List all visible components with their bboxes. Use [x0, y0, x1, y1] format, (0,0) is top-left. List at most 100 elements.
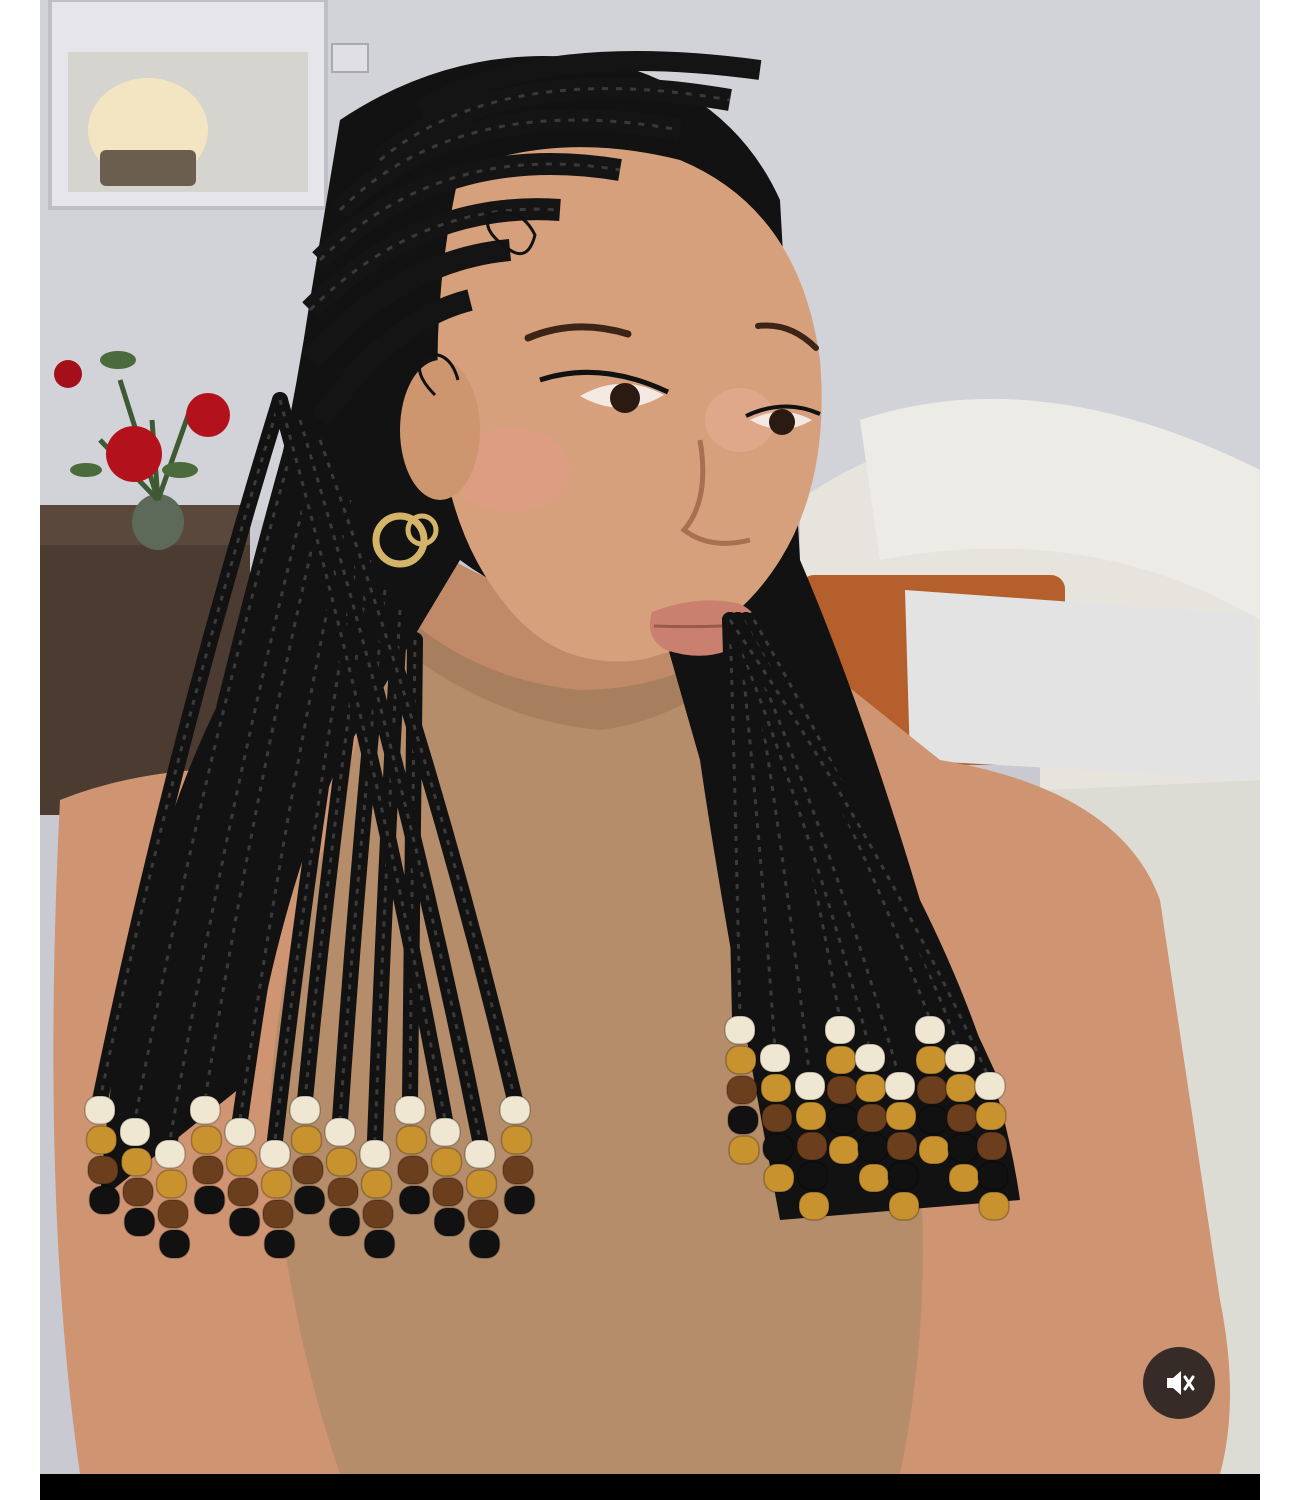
bead: [88, 1185, 121, 1215]
bead: [84, 1095, 116, 1125]
bead: [328, 1207, 361, 1237]
bead: [363, 1229, 396, 1259]
bead: [977, 1161, 1009, 1191]
bead: [157, 1199, 189, 1229]
bead: [228, 1207, 261, 1237]
bead: [290, 1125, 323, 1155]
bead: [260, 1169, 293, 1199]
mute-button[interactable]: [1143, 1347, 1215, 1419]
rose: [106, 426, 162, 482]
bead: [430, 1147, 463, 1177]
speaker-muted-icon: [1167, 1371, 1195, 1395]
bead: [828, 1135, 860, 1165]
bead: [189, 1095, 221, 1125]
bead: [397, 1155, 429, 1185]
bead: [500, 1125, 533, 1155]
bead: [824, 1015, 856, 1045]
bead: [724, 1015, 756, 1045]
bead: [190, 1125, 223, 1155]
bead: [884, 1071, 916, 1101]
bead: [947, 1133, 979, 1163]
bead: [826, 1075, 858, 1105]
bead: [394, 1095, 426, 1125]
ear: [400, 360, 480, 500]
bead: [158, 1229, 191, 1259]
bead: [794, 1071, 826, 1101]
bead: [262, 1199, 294, 1229]
bead: [432, 1177, 464, 1207]
bead: [948, 1163, 980, 1193]
bead: [465, 1169, 498, 1199]
bead: [795, 1101, 827, 1131]
bead: [946, 1103, 978, 1133]
bead: [760, 1073, 792, 1103]
photo: [40, 0, 1260, 1474]
bead: [857, 1133, 889, 1163]
bead: [85, 1125, 118, 1155]
bead: [293, 1185, 326, 1215]
bead: [888, 1191, 920, 1221]
bead: [945, 1073, 977, 1103]
bead: [727, 1105, 759, 1135]
bead: [918, 1135, 950, 1165]
bead: [944, 1043, 976, 1073]
bead: [225, 1147, 258, 1177]
bead: [976, 1131, 1008, 1161]
bead: [915, 1045, 947, 1075]
bead: [725, 1045, 757, 1075]
bead: [728, 1135, 760, 1165]
bead: [855, 1073, 887, 1103]
bead: [123, 1207, 156, 1237]
bead: [726, 1075, 758, 1105]
bead: [914, 1015, 946, 1045]
lamp-base: [100, 150, 196, 186]
bead: [798, 1191, 830, 1221]
bead: [324, 1117, 356, 1147]
bead: [885, 1101, 917, 1131]
rose: [54, 360, 82, 388]
bead: [763, 1163, 795, 1193]
wall-shelf: [48, 0, 369, 210]
bead: [827, 1105, 859, 1135]
bead: [192, 1155, 224, 1185]
bead: [825, 1045, 857, 1075]
bead: [292, 1155, 324, 1185]
bead: [468, 1229, 501, 1259]
bead: [974, 1071, 1006, 1101]
photo-scene: [40, 0, 1260, 1474]
bead: [155, 1169, 188, 1199]
bead: [854, 1043, 886, 1073]
bead: [916, 1075, 948, 1105]
bead: [263, 1229, 296, 1259]
rose: [186, 393, 230, 437]
bead: [759, 1043, 791, 1073]
bead: [467, 1199, 499, 1229]
bead: [289, 1095, 321, 1125]
bead: [761, 1103, 793, 1133]
bead: [917, 1105, 949, 1135]
bead: [325, 1147, 358, 1177]
bead: [119, 1117, 151, 1147]
bead: [762, 1133, 794, 1163]
bead: [502, 1155, 534, 1185]
bead: [887, 1161, 919, 1191]
bead: [362, 1199, 394, 1229]
bead: [259, 1139, 291, 1169]
bead: [193, 1185, 226, 1215]
bead: [120, 1147, 153, 1177]
bead: [975, 1101, 1007, 1131]
bead: [87, 1155, 119, 1185]
bead: [224, 1117, 256, 1147]
bead: [856, 1103, 888, 1133]
bead: [499, 1095, 531, 1125]
grey-pillow: [905, 590, 1260, 780]
bottom-bar: [40, 1474, 1260, 1500]
bead: [227, 1177, 259, 1207]
bead: [886, 1131, 918, 1161]
bead: [796, 1131, 828, 1161]
bead: [327, 1177, 359, 1207]
bead: [464, 1139, 496, 1169]
bead: [395, 1125, 428, 1155]
bead: [978, 1191, 1010, 1221]
bead: [360, 1169, 393, 1199]
